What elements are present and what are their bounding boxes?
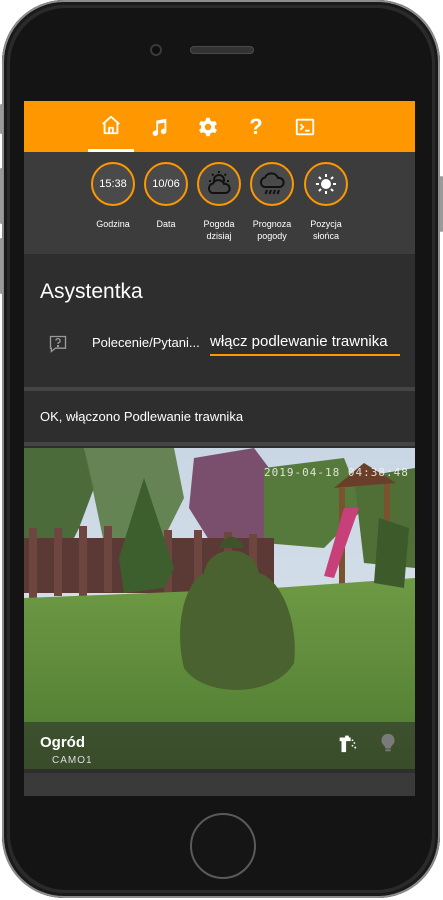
- forecast-label: Prognoza pogody: [253, 218, 292, 242]
- forecast-label-2: pogody: [257, 231, 287, 241]
- time-label: Godzina: [96, 219, 130, 229]
- camera-name: Ogród: [40, 734, 85, 751]
- divider: [24, 442, 415, 446]
- nav-home[interactable]: [88, 101, 134, 152]
- sun-position-label-2: słońca: [312, 231, 339, 241]
- response-panel: OK, włączono Podlewanie trawnika: [24, 392, 415, 442]
- assistant-title: Asystentka: [40, 280, 143, 303]
- camera-id: CAMO1: [52, 755, 93, 766]
- terminal-icon: [295, 118, 315, 135]
- widget-forecast[interactable]: Prognoza pogody: [242, 162, 302, 242]
- camera-card[interactable]: 2019-04-18 04:38:48 Ogród CAMO1: [24, 448, 415, 769]
- time-value: 15:38: [99, 178, 127, 190]
- camera-caption-bar: Ogród CAMO1: [24, 722, 415, 769]
- status-widgets: 15:38 Godzina 10/06 Data Pogoda dzisiaj: [24, 152, 415, 254]
- widget-weather-today[interactable]: Pogoda dzisiaj: [189, 162, 249, 242]
- home-icon: [102, 115, 120, 135]
- assistant-panel: Asystentka Polecenie/Pytani...: [24, 254, 415, 387]
- gear-icon: [199, 117, 217, 136]
- nav-help[interactable]: ?: [233, 101, 279, 152]
- date-label: Data: [156, 219, 176, 229]
- sun-position-label: Pozycja słońca: [310, 218, 342, 242]
- camera-feed-image: [24, 448, 415, 769]
- top-nav-bar: ?: [24, 101, 415, 152]
- widget-date[interactable]: 10/06 Data: [136, 162, 196, 230]
- cloud-rain-icon: [259, 172, 285, 195]
- chat-question-icon: [49, 335, 67, 353]
- weather-today-circle: [197, 162, 241, 206]
- weather-today-label: Pogoda dzisiaj: [203, 218, 234, 242]
- mute-switch: [0, 104, 3, 134]
- forecast-label-1: Prognoza: [252, 219, 292, 229]
- light-bulb-icon[interactable]: [377, 732, 399, 754]
- command-input[interactable]: [210, 328, 400, 356]
- help-icon: ?: [249, 113, 263, 139]
- sun-icon: [316, 174, 336, 194]
- command-label: Polecenie/Pytani...: [92, 335, 200, 350]
- forecast-circle: [250, 162, 294, 206]
- sun-position-label-1: Pozycja: [310, 219, 342, 229]
- app-screen: ? 15:38 Godzina 10/06 Data Pogoda dzisia…: [24, 101, 415, 796]
- nav-terminal[interactable]: [282, 101, 328, 152]
- front-camera: [150, 44, 162, 56]
- next-card-edge: [24, 773, 415, 796]
- cloud-sun-icon: [207, 171, 231, 194]
- volume-up-button: [0, 168, 3, 224]
- home-button[interactable]: [190, 813, 256, 879]
- nav-settings[interactable]: [185, 101, 231, 152]
- widget-sun-position[interactable]: Pozycja słońca: [296, 162, 356, 242]
- widget-time[interactable]: 15:38 Godzina: [83, 162, 143, 230]
- divider: [24, 387, 415, 391]
- music-icon: [152, 118, 167, 136]
- volume-down-button: [0, 238, 3, 294]
- time-circle: 15:38: [91, 162, 135, 206]
- date-value: 10/06: [152, 178, 180, 190]
- response-text: OK, włączono Podlewanie trawnika: [40, 409, 244, 424]
- camera-timestamp: 2019-04-18 04:38:48: [264, 466, 409, 479]
- earpiece-speaker: [190, 46, 254, 54]
- nav-music[interactable]: [136, 101, 182, 152]
- sprinkler-icon[interactable]: [336, 732, 358, 754]
- date-circle: 10/06: [144, 162, 188, 206]
- weather-today-label-2: dzisiaj: [206, 231, 232, 241]
- weather-today-label-1: Pogoda: [203, 219, 235, 229]
- sun-position-circle: [304, 162, 348, 206]
